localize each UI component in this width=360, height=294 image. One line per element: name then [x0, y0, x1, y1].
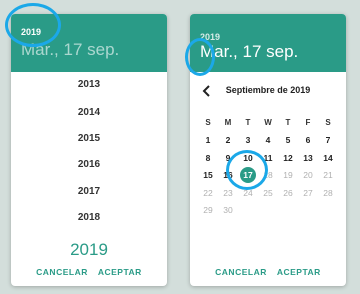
calendar-day-disabled: 24 [243, 187, 253, 198]
calendar-day[interactable]: 2 [218, 132, 238, 150]
date-picker-year-view: 2019 Mar., 17 sep. 2013 2014 2015 2016 2… [11, 14, 167, 286]
dialog-actions: CANCELAR ACEPTAR [190, 265, 346, 279]
calendar-day[interactable]: 9 [218, 149, 238, 167]
calendar-day-disabled: 19 [283, 170, 293, 181]
year-item[interactable]: 2015 [11, 133, 167, 144]
calendar-empty-cell [298, 202, 318, 220]
calendar-week: 15 16 17 18 19 20 21 [198, 167, 338, 185]
calendar-week: 1 2 3 4 5 6 7 [198, 132, 338, 150]
header-year[interactable]: 2019 [21, 27, 41, 37]
header-date[interactable]: Mar., 17 sep. [21, 40, 119, 60]
calendar-week: 22 23 24 25 26 27 28 [198, 184, 338, 202]
calendar-day-disabled: 27 [303, 187, 313, 198]
calendar-week: 29 30 [198, 202, 338, 220]
weekday-label: S [325, 118, 331, 128]
calendar-day[interactable]: 16 [218, 167, 238, 185]
calendar-day-disabled: 22 [203, 187, 213, 198]
weekday-label: S [205, 118, 211, 128]
year-item[interactable]: 2013 [11, 79, 167, 90]
calendar-day-disabled: 18 [263, 170, 273, 181]
calendar-day[interactable]: 13 [298, 149, 318, 167]
calendar-day[interactable]: 8 [198, 149, 218, 167]
date-picker-month-view: 2019 Mar., 17 sep. Septiembre de 2019 S … [190, 14, 346, 286]
calendar-day[interactable]: 15 [198, 167, 218, 185]
year-item[interactable]: 2014 [11, 107, 167, 118]
calendar-day-disabled: 29 [203, 205, 213, 216]
calendar-day[interactable]: 7 [318, 132, 338, 150]
calendar-day[interactable]: 3 [238, 132, 258, 150]
calendar-day[interactable]: 4 [258, 132, 278, 150]
calendar-day-disabled: 20 [303, 170, 313, 181]
month-navigation: Septiembre de 2019 [190, 82, 346, 100]
calendar-week: 8 9 10 11 12 13 14 [198, 149, 338, 167]
year-item[interactable]: 2017 [11, 186, 167, 197]
selected-day-label: 17 [240, 167, 256, 184]
header-date[interactable]: Mar., 17 sep. [200, 42, 298, 62]
accept-button[interactable]: ACEPTAR [277, 265, 321, 279]
calendar-day-disabled: 21 [323, 170, 333, 181]
calendar-day-disabled: 23 [223, 187, 233, 198]
header-year[interactable]: 2019 [200, 32, 220, 42]
cancel-button[interactable]: CANCELAR [36, 265, 88, 279]
weekday-label: T [245, 118, 251, 128]
calendar-day-disabled: 25 [263, 187, 273, 198]
picker-header: 2019 Mar., 17 sep. [190, 14, 346, 72]
calendar-empty-cell [318, 202, 338, 220]
calendar-empty-cell [278, 202, 298, 220]
weekday-header: S M T W T F S [198, 114, 338, 132]
picker-header: 2019 Mar., 17 sep. [11, 14, 167, 72]
calendar-day[interactable]: 12 [278, 149, 298, 167]
year-item-selected[interactable]: 2019 [11, 240, 167, 260]
weekday-label: F [305, 118, 311, 128]
calendar-day-disabled: 28 [323, 187, 333, 198]
calendar-day[interactable]: 1 [198, 132, 218, 150]
calendar-day[interactable]: 5 [278, 132, 298, 150]
calendar-day-disabled: 30 [223, 205, 233, 216]
calendar-day[interactable]: 11 [258, 149, 278, 167]
calendar-grid: S M T W T F S 1 2 3 4 5 6 7 8 9 10 11 12… [198, 114, 338, 219]
year-item[interactable]: 2016 [11, 159, 167, 170]
accept-button[interactable]: ACEPTAR [98, 265, 142, 279]
dialog-actions: CANCELAR ACEPTAR [11, 265, 167, 279]
calendar-day-selected[interactable]: 17 [238, 167, 258, 185]
calendar-day[interactable]: 10 [238, 149, 258, 167]
calendar-empty-cell [258, 202, 278, 220]
calendar-day[interactable]: 14 [318, 149, 338, 167]
weekday-label: T [285, 118, 291, 128]
calendar-day[interactable]: 6 [298, 132, 318, 150]
year-list[interactable]: 2013 2014 2015 2016 2017 2018 2019 [11, 72, 167, 262]
weekday-label: M [224, 118, 232, 128]
calendar-empty-cell [238, 202, 258, 220]
month-label: Septiembre de 2019 [225, 85, 311, 95]
calendar-day-disabled: 26 [283, 187, 293, 198]
year-item[interactable]: 2018 [11, 212, 167, 223]
cancel-button[interactable]: CANCELAR [215, 265, 267, 279]
weekday-label: W [264, 118, 272, 128]
